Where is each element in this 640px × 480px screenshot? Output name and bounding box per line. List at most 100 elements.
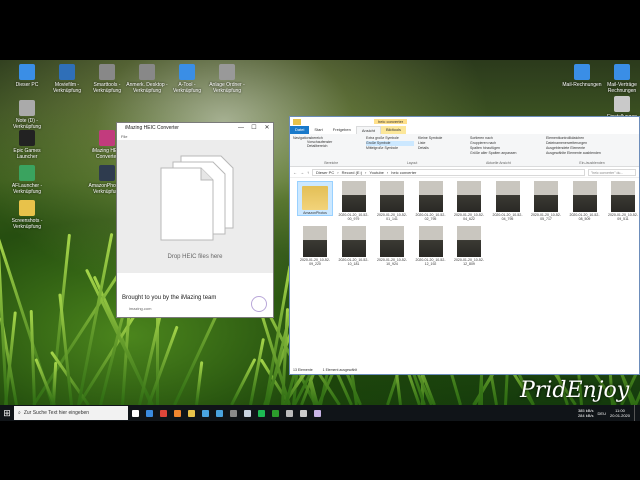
maximize-button[interactable]: ☐: [248, 123, 260, 133]
clock[interactable]: 11:00 20.01.2020: [610, 408, 630, 418]
ribbon-item[interactable]: Detailbereich: [307, 144, 345, 148]
desktop-icon[interactable]: Smarttools - Verknüpfung: [85, 64, 129, 94]
image-thumbnail: [418, 181, 443, 212]
grass-blade: [0, 252, 8, 405]
ribbon-item[interactable]: Details: [418, 146, 466, 151]
ribbon-item[interactable]: Ausgewählte Elemente ausblenden: [546, 151, 638, 156]
drop-zone[interactable]: Drop HEIC files here: [117, 140, 273, 273]
file-item[interactable]: 2020-01-20_10-52-04_795: [490, 181, 526, 221]
status-bar: 13 Elemente 1 Element ausgewählt: [290, 366, 639, 374]
mail-icon[interactable]: [212, 405, 226, 421]
address-bar: ← → ↑ Dieser PC › Record (E:) › Youtube › heic…: [290, 167, 639, 178]
desktop-icon[interactable]: Moviefilm - Verknüpfung: [45, 64, 89, 94]
taskbar-search[interactable]: ⌕ Zur Suche Text hier eingeben: [14, 406, 128, 420]
edge-icon[interactable]: [142, 405, 156, 421]
desktop-icon[interactable]: Mail-Verträge Rechnungen: [600, 64, 640, 94]
breadcrumb-item[interactable]: heic converter: [391, 170, 416, 175]
tab-start[interactable]: Start: [309, 126, 327, 134]
chevron-right-icon: ›: [337, 169, 339, 175]
desktop-icon[interactable]: Screenshots - Verknüpfung: [5, 200, 49, 230]
imazing-icon[interactable]: [310, 405, 324, 421]
up-arrow-icon[interactable]: ↑: [307, 170, 309, 175]
tab-datei[interactable]: Datei: [290, 126, 310, 134]
file-name: AmazonPhotos: [303, 211, 327, 215]
credits-text: Brought to you by the iMazing team: [122, 295, 217, 301]
file-item[interactable]: 2020-01-20_10-52-10_181: [336, 226, 372, 266]
ribbon-group-label: Aktuelle Ansicht: [485, 161, 511, 165]
task-view-icon[interactable]: [128, 405, 142, 421]
desktop-icon[interactable]: Dieser PC: [5, 64, 49, 88]
breadcrumb-item[interactable]: Youtube: [369, 170, 384, 175]
chrome-icon[interactable]: [156, 405, 170, 421]
folder-icon: [293, 118, 301, 125]
file-item[interactable]: 2020-01-20_10-52-00_979: [336, 181, 372, 221]
ribbon-group-label: Layout: [406, 161, 418, 165]
net-down: 284 kB/s: [577, 413, 594, 418]
explorer-window[interactable]: heic converter Datei Start Freigeben Ansich…: [289, 116, 640, 375]
image-thumbnail: [611, 181, 635, 212]
file-item[interactable]: 2020-01-20_10-52-02_795: [413, 181, 449, 221]
shortcut-icon: [19, 130, 35, 146]
desktop-icon[interactable]: AFLauncher - Verknüpfung: [5, 165, 49, 195]
spotify-icon[interactable]: [254, 405, 268, 421]
file-item[interactable]: 2020-01-20_10-52-10_924: [374, 226, 410, 266]
firefox-icon[interactable]: [170, 405, 184, 421]
desktop-icon[interactable]: Anlage Ordner - Verknüpfung: [205, 64, 249, 94]
store-icon[interactable]: [198, 405, 212, 421]
desktop-icon[interactable]: Mail-Rechnungen: [560, 64, 604, 88]
shortcut-icon: [179, 64, 195, 80]
breadcrumb-item[interactable]: Record (E:): [342, 170, 362, 175]
desktop-icon-label: Mail-Rechnungen: [562, 82, 602, 88]
minimize-button[interactable]: —: [235, 123, 247, 133]
file-item[interactable]: 2020-01-20_10-52-09_511: [605, 181, 640, 221]
tab-freigeben[interactable]: Freigeben: [328, 126, 356, 134]
breadcrumb-item[interactable]: Dieser PC: [316, 170, 334, 175]
file-item[interactable]: 2020-01-20_10-52-09_220: [297, 226, 333, 266]
file-item[interactable]: 2020-01-20_10-52-12_192: [413, 226, 449, 266]
desktop-icon-label: Note (D) - Verknüpfung: [12, 118, 42, 130]
forward-arrow-icon[interactable]: →: [300, 170, 304, 175]
status-count: 13 Elemente: [293, 368, 313, 372]
desktop-icon[interactable]: Epic Games Launcher: [5, 130, 49, 160]
imazing-link[interactable]: imazing.com: [129, 306, 151, 311]
tab-bildtools[interactable]: Bildtools: [380, 126, 407, 134]
ribbon-item[interactable]: Mittelgroße Symbole: [366, 146, 414, 151]
imazing-window[interactable]: iMazing HEIC Converter — ☐ ✕ File Drop H…: [116, 122, 274, 318]
ribbon-group-bereiche: Navigationsbereich Vorschaufenster Detai…: [293, 136, 345, 148]
language-indicator[interactable]: DEU: [598, 411, 606, 416]
file-menu[interactable]: File: [117, 133, 273, 139]
breadcrumb[interactable]: Dieser PC › Record (E:) › Youtube › heic conve…: [312, 168, 585, 176]
ribbon-group-labels: Bereiche Layout Aktuelle Ansicht Ein-/ausbl…: [290, 161, 639, 165]
imazing-titlebar[interactable]: iMazing HEIC Converter — ☐ ✕: [117, 123, 273, 133]
mail-glyph: [215, 409, 223, 417]
explorer-titlebar[interactable]: heic converter: [290, 117, 639, 126]
back-arrow-icon[interactable]: ←: [293, 170, 297, 175]
photos-icon[interactable]: [226, 405, 240, 421]
start-button[interactable]: ⊞: [0, 405, 14, 421]
desktop-icon[interactable]: Anmerk. Desktop - Verknüpfung: [125, 64, 169, 94]
file-name: 2020-01-20_10-52-02_795: [415, 213, 446, 221]
ribbon-item[interactable]: Größe aller Spalten anpassen: [470, 151, 540, 156]
file-item[interactable]: 2020-01-20_10-52-12_809: [451, 226, 487, 266]
desktop-icon-label: A-Tool - Verknüpfung: [172, 82, 202, 94]
taskbar: ⊞ ⌕ Zur Suche Text hier eingeben 385 kB/…: [0, 405, 640, 421]
app-icon[interactable]: [282, 405, 296, 421]
file-item[interactable]: 2020-01-20_10-52-08_509: [567, 181, 603, 221]
desktop-icon[interactable]: Note (D) - Verknüpfung: [5, 100, 49, 130]
search-input[interactable]: "heic converter" du...: [588, 168, 636, 176]
folder-icon: [302, 186, 328, 210]
file-item[interactable]: 2020-01-20_10-52-01_141: [374, 181, 410, 221]
file-item[interactable]: 2020-01-20_10-52-04_622: [451, 181, 487, 221]
show-desktop-button[interactable]: [634, 405, 638, 421]
desktop-icon[interactable]: A-Tool - Verknüpfung: [165, 64, 209, 94]
file-item[interactable]: 2020-01-20_10-52-05_717: [528, 181, 564, 221]
tab-ansicht[interactable]: Ansicht: [355, 126, 381, 134]
explorer-icon[interactable]: [184, 405, 198, 421]
close-button[interactable]: ✕: [261, 123, 273, 133]
xbox-icon[interactable]: [268, 405, 282, 421]
folder-item[interactable]: AmazonPhotos: [297, 181, 333, 216]
steam-icon[interactable]: [240, 405, 254, 421]
desktop-icon-label: Screenshots - Verknüpfung: [11, 218, 43, 230]
task-view-glyph: [131, 409, 139, 417]
settings-icon[interactable]: [296, 405, 310, 421]
